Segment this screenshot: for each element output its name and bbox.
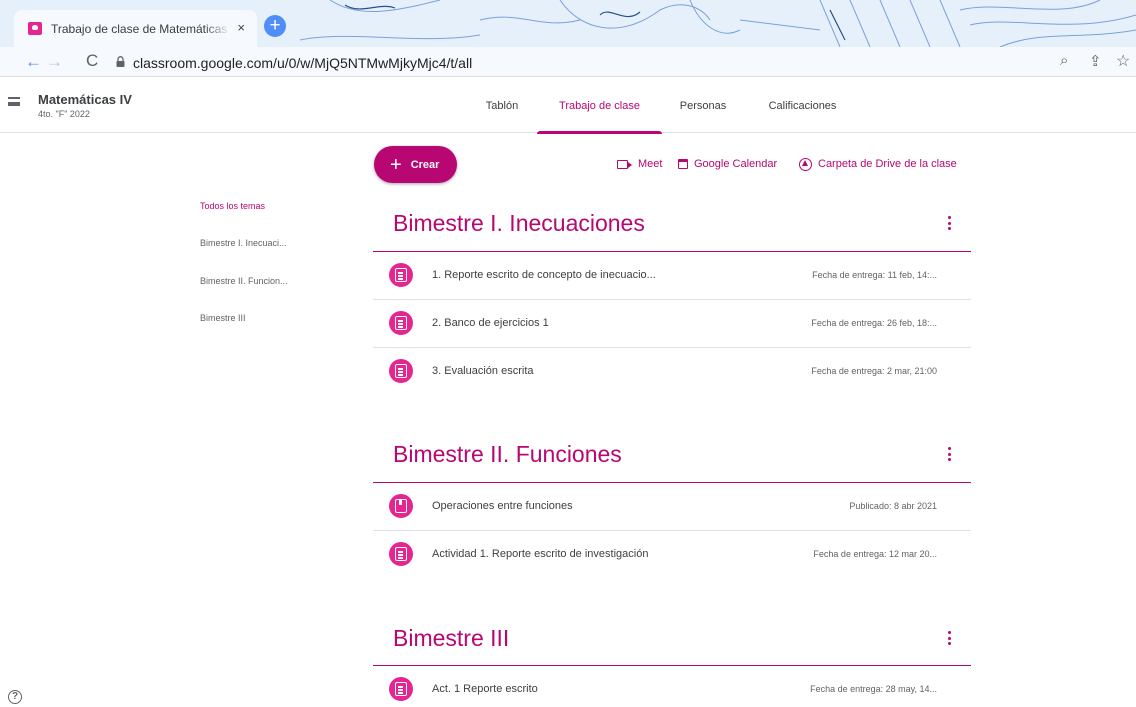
create-button[interactable]: + Crear — [374, 146, 457, 183]
classwork-item[interactable]: Actividad 1. Reporte escrito de investig… — [373, 531, 971, 579]
more-options-icon[interactable] — [946, 447, 952, 461]
reload-icon[interactable]: C — [86, 52, 98, 69]
tab-trabajo-de-clase[interactable]: Trabajo de clase — [537, 78, 662, 134]
item-due-date: Fecha de entrega: 2 mar, 21:00 — [811, 366, 937, 376]
assignment-icon — [389, 542, 413, 566]
assignment-icon — [389, 311, 413, 335]
topic-all[interactable]: Todos los temas — [200, 201, 265, 211]
classwork-item[interactable]: 2. Banco de ejercicios 1 Fecha de entreg… — [373, 300, 971, 348]
back-arrow-icon[interactable]: ← — [25, 53, 42, 70]
zoom-icon[interactable]: ⌕ — [1060, 52, 1068, 69]
new-tab-button[interactable]: + — [264, 15, 286, 37]
google-calendar-link[interactable]: Google Calendar — [678, 157, 777, 171]
video-camera-icon — [617, 159, 632, 169]
more-options-icon[interactable] — [946, 216, 952, 230]
classwork-item[interactable]: Operaciones entre funciones Publicado: 8… — [373, 483, 971, 531]
browser-tab-strip: Trabajo de clase de Matemáticas IV × + — [0, 0, 1136, 47]
topic-bimestre-1[interactable]: Bimestre I. Inecuaci... — [200, 238, 287, 248]
help-icon[interactable]: ? — [8, 690, 22, 704]
item-title: 3. Evaluación escrita — [432, 365, 534, 377]
tab-tablon[interactable]: Tablón — [470, 78, 534, 133]
section-title[interactable]: Bimestre III — [393, 625, 509, 652]
lock-icon[interactable] — [116, 56, 125, 67]
section-title[interactable]: Bimestre I. Inecuaciones — [393, 210, 645, 237]
drive-folder-link[interactable]: Carpeta de Drive de la clase — [799, 157, 957, 171]
classroom-favicon-icon — [28, 22, 42, 35]
item-due-date: Fecha de entrega: 28 may, 14... — [810, 684, 937, 694]
drive-folder-link-label: Carpeta de Drive de la clase — [818, 158, 957, 170]
close-tab-icon[interactable]: × — [237, 21, 245, 34]
item-title: 1. Reporte escrito de concepto de inecua… — [432, 269, 656, 281]
item-due-date: Fecha de entrega: 11 feb, 14:... — [812, 270, 937, 280]
topic-bimestre-2[interactable]: Bimestre II. Funcion... — [200, 276, 288, 286]
classwork-item[interactable]: 3. Evaluación escrita Fecha de entrega: … — [373, 348, 971, 396]
forward-arrow-icon[interactable]: → — [46, 53, 63, 70]
tab-personas[interactable]: Personas — [669, 78, 737, 133]
meet-link-label: Meet — [638, 158, 663, 170]
meet-link[interactable]: Meet — [617, 157, 662, 171]
bookmark-star-icon[interactable]: ☆ — [1116, 51, 1130, 71]
tab-calificaciones[interactable]: Calificaciones — [756, 78, 849, 133]
url-field[interactable]: classroom.google.com/u/0/w/MjQ5NTMwMjkyM… — [133, 55, 472, 71]
google-calendar-link-label: Google Calendar — [694, 158, 778, 170]
item-title: 2. Banco de ejercicios 1 — [432, 317, 549, 329]
topic-bimestre-3[interactable]: Bimestre III — [200, 313, 246, 323]
browser-tab-active[interactable]: Trabajo de clase de Matemáticas IV × — [14, 10, 257, 47]
calendar-icon — [678, 159, 688, 169]
item-posted-date: Publicado: 8 abr 2021 — [849, 501, 937, 511]
item-due-date: Fecha de entrega: 26 feb, 18:... — [811, 318, 937, 328]
material-icon — [389, 494, 413, 518]
assignment-icon — [389, 263, 413, 287]
assignment-icon — [389, 677, 413, 701]
classroom-header: Matemáticas IV 4to. "F" 2022 Tablón Trab… — [0, 78, 1136, 134]
assignment-icon — [389, 359, 413, 383]
item-due-date: Fecha de entrega: 12 mar 20... — [813, 549, 937, 559]
browser-tab-title: Trabajo de clase de Matemáticas IV — [51, 21, 231, 36]
item-title: Act. 1 Reporte escrito — [432, 683, 538, 695]
item-title: Operaciones entre funciones — [432, 500, 573, 512]
classwork-item[interactable]: 1. Reporte escrito de concepto de inecua… — [373, 252, 971, 300]
share-icon[interactable]: ⇪ — [1089, 52, 1102, 70]
create-button-label: Crear — [410, 158, 440, 171]
plus-icon: + — [390, 153, 402, 176]
browser-address-bar: ← → C classroom.google.com/u/0/w/MjQ5NTM… — [0, 47, 1136, 77]
section-title[interactable]: Bimestre II. Funciones — [393, 441, 622, 468]
item-title: Actividad 1. Reporte escrito de investig… — [432, 548, 649, 560]
course-tabs: Tablón Trabajo de clase Personas Calific… — [0, 78, 1136, 134]
more-options-icon[interactable] — [946, 631, 952, 645]
drive-icon — [799, 157, 812, 171]
classwork-item[interactable]: Act. 1 Reporte escrito Fecha de entrega:… — [373, 666, 971, 707]
